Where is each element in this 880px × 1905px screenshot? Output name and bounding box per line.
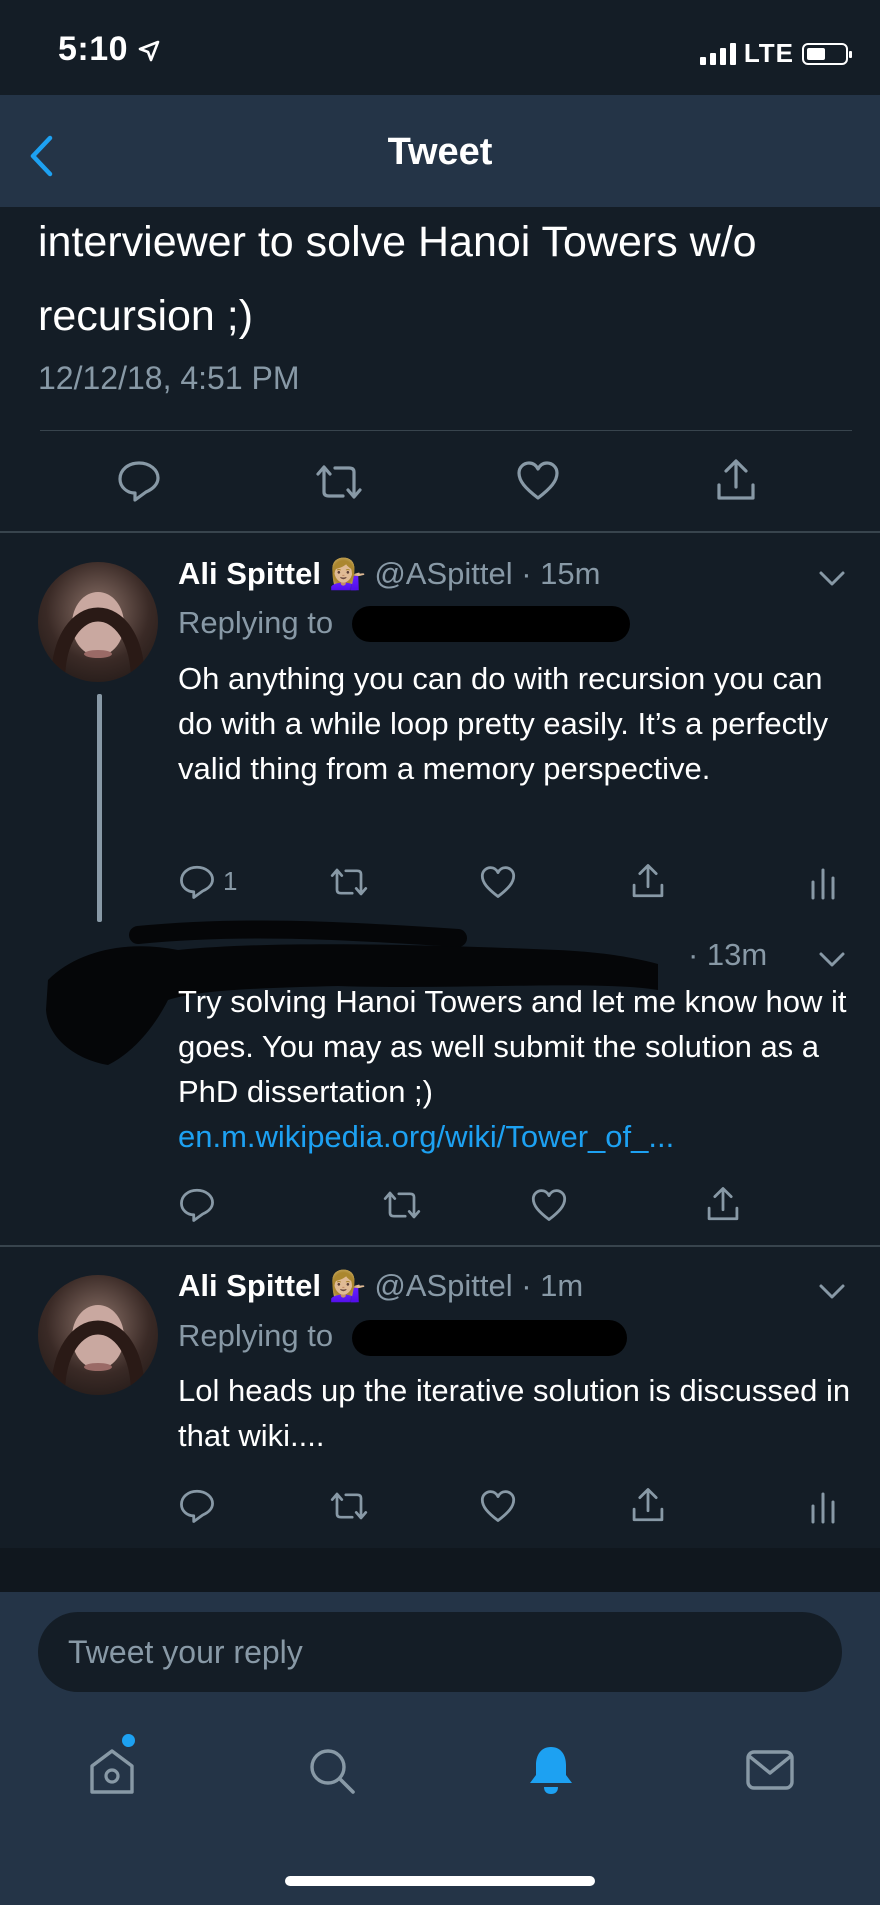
search-icon[interactable] [306,1745,358,1797]
redacted-username [352,1320,627,1356]
retweet-icon[interactable] [328,1490,370,1522]
like-icon[interactable] [479,1489,517,1524]
avatar[interactable] [38,1275,158,1395]
caret-down-icon[interactable] [818,1283,846,1301]
tweet-header: Ali Spittel 💁🏼‍♀️ @ASpittel · 15m [178,556,600,592]
share-icon[interactable] [714,457,758,503]
tweet-time: · 13m [688,937,768,972]
notifications-icon[interactable] [526,1743,576,1797]
reply-text: Oh anything you can do with recursion yo… [178,661,829,786]
author-emoji: 💁🏼‍♀️ [328,1269,367,1303]
battery-icon [802,42,852,65]
caret-down-icon[interactable] [818,951,846,969]
reply-count: 1 [223,866,238,896]
main-tweet-text: interviewer to solve Hanoi Towers w/o re… [38,218,757,340]
signal-icon [699,42,736,65]
reply-input[interactable]: Tweet your reply [38,1612,842,1692]
share-icon[interactable] [705,1185,741,1223]
retweet-icon[interactable] [381,1189,423,1221]
page-title: Tweet [387,131,493,173]
location-arrow-icon [138,40,160,62]
replying-to-label: Replying to [178,1318,334,1353]
divider [0,531,880,533]
reply-icon[interactable] [178,1187,216,1223]
share-icon[interactable] [630,1486,666,1524]
divider [0,1245,880,1247]
analytics-icon[interactable] [810,1490,836,1524]
analytics-icon[interactable] [810,866,836,900]
thread-line [97,694,102,922]
like-icon[interactable] [515,460,561,502]
author-handle: @ASpittel · 15m [374,556,601,591]
author-emoji: 💁🏼‍♀️ [328,557,367,591]
messages-icon[interactable] [744,1748,796,1792]
author-name[interactable]: Ali Spittel [178,1268,321,1304]
spacer [0,1548,880,1592]
caret-down-icon[interactable] [818,570,846,588]
retweet-icon[interactable] [328,866,370,898]
network-type: LTE [743,38,794,68]
replying-to-label: Replying to [178,605,334,640]
divider [40,430,852,431]
notification-dot [122,1734,135,1747]
reply-icon[interactable] [178,1488,216,1524]
like-icon[interactable] [530,1188,568,1223]
reply-text: Lol heads up the iterative solution is d… [178,1373,851,1453]
redacted-username [352,606,630,642]
like-icon[interactable] [479,865,517,900]
share-icon[interactable] [630,862,666,900]
tweet-header: Ali Spittel 💁🏼‍♀️ @ASpittel · 1m [178,1268,583,1304]
main-tweet-timestamp: 12/12/18, 4:51 PM [38,360,300,396]
author-name[interactable]: Ali Spittel [178,556,321,592]
status-indicators: LTE [699,38,852,69]
home-indicator [285,1876,595,1886]
reply-icon[interactable] [116,459,162,503]
reply-icon[interactable] [178,864,216,900]
reply-body: Try solving Hanoi Towers and let me know… [178,984,847,1109]
status-time: 5:10 [58,30,129,68]
avatar[interactable] [38,562,158,682]
home-icon[interactable] [86,1746,138,1796]
tweet-link[interactable]: en.m.wikipedia.org/wiki/Tower_of_... [178,1119,674,1154]
reply-text: Try solving Hanoi Towers and let me know… [178,979,858,1159]
author-handle: @ASpittel · 1m [374,1268,584,1303]
retweet-icon[interactable] [313,462,365,502]
